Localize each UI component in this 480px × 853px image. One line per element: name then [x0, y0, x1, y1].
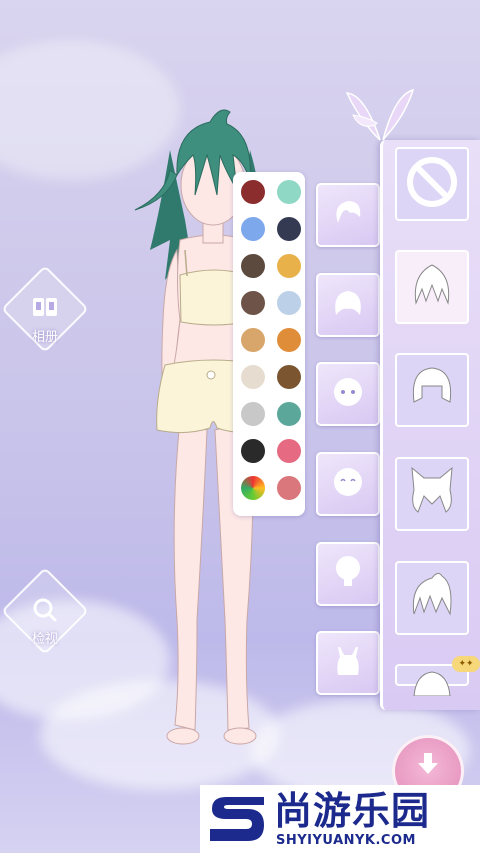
hairstyle-partial-icon — [402, 666, 462, 700]
hairstyle-spiky-icon — [402, 255, 462, 319]
category-back-hair-button[interactable] — [316, 273, 380, 337]
color-palette — [233, 172, 305, 516]
hairstyle-cat-ears-icon — [402, 462, 462, 526]
color-swatch[interactable] — [277, 365, 301, 389]
category-face-button[interactable] — [316, 362, 380, 426]
magnifier-icon — [10, 597, 80, 628]
hair-category-icon — [328, 195, 368, 235]
expression-category-icon — [330, 464, 366, 504]
album-label: 相册 — [31, 330, 58, 345]
color-swatch[interactable] — [277, 476, 301, 500]
preview-button[interactable]: 检视 — [10, 597, 80, 647]
color-swatch[interactable] — [277, 291, 301, 315]
color-swatch[interactable] — [277, 254, 301, 278]
category-hair-button[interactable] — [316, 183, 380, 247]
hair-item[interactable] — [395, 561, 469, 635]
download-icon — [413, 749, 443, 787]
preview-label: 检视 — [31, 632, 58, 647]
watermark-title: 尚游乐园 — [274, 789, 431, 833]
color-swatch[interactable] — [277, 217, 301, 241]
top-category-icon — [332, 643, 364, 683]
color-swatch[interactable] — [277, 328, 301, 352]
none-icon — [402, 152, 462, 216]
hair-item[interactable] — [395, 250, 469, 324]
color-swatch[interactable] — [241, 217, 265, 241]
watermark-url: SHYIYUANYK.COM — [276, 833, 416, 848]
color-swatch[interactable] — [241, 254, 265, 278]
head-category-icon — [330, 552, 366, 596]
color-swatch[interactable] — [241, 476, 265, 500]
color-swatch[interactable] — [241, 180, 265, 204]
color-swatch[interactable] — [277, 402, 301, 426]
color-swatch[interactable] — [277, 180, 301, 204]
hair-item[interactable] — [395, 457, 469, 531]
category-expression-button[interactable] — [316, 452, 380, 516]
hair-item[interactable] — [395, 353, 469, 427]
color-swatch[interactable] — [241, 328, 265, 352]
butterfly-wings-decoration — [345, 88, 415, 141]
back-hair-category-icon — [328, 285, 368, 325]
color-swatch[interactable] — [241, 402, 265, 426]
color-swatch[interactable] — [241, 439, 265, 463]
site-watermark: 尚游乐园 SHYIYUANYK.COM — [200, 785, 480, 853]
category-top-button[interactable] — [316, 631, 380, 695]
category-head-button[interactable] — [316, 542, 380, 606]
color-swatch[interactable] — [277, 439, 301, 463]
hairstyle-messy-icon — [402, 566, 462, 630]
new-item-badge: ✦✦ — [452, 656, 480, 672]
hairstyle-bob-icon — [402, 358, 462, 422]
color-swatch[interactable] — [241, 365, 265, 389]
face-category-icon — [330, 374, 366, 414]
game-screen: 相册 检视 ✦✦ 尚游乐园 SHYIYUANYK.COM — [0, 0, 480, 853]
hair-item[interactable] — [395, 147, 469, 221]
color-swatch[interactable] — [241, 291, 265, 315]
album-button[interactable]: 相册 — [10, 295, 80, 345]
album-icon — [10, 295, 80, 326]
site-logo-icon — [210, 797, 264, 841]
